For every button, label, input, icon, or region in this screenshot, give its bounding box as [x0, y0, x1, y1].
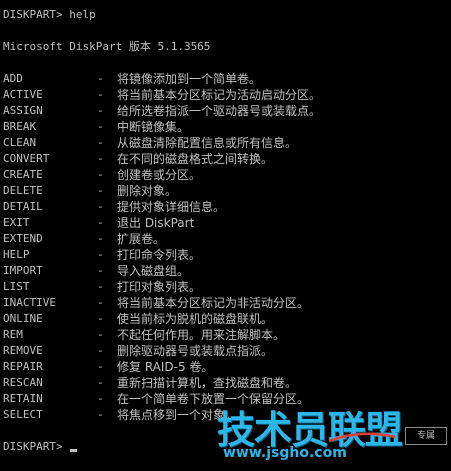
command-dash: -	[97, 136, 104, 149]
command-row: CREATE - 创建卷或分区。	[3, 167, 451, 183]
command-dash: -	[97, 104, 104, 117]
command-name: REPAIR	[3, 360, 43, 373]
command-description: 给所选卷指派一个驱动器号或装载点。	[117, 104, 322, 118]
command-description: 从磁盘清除配置信息或所有信息。	[117, 136, 298, 150]
command-row: ASSIGN - 给所选卷指派一个驱动器号或装载点。	[3, 103, 451, 119]
watermark-badge: 专属	[405, 427, 447, 445]
command-dash: -	[97, 168, 104, 181]
command-name: LIST	[3, 280, 30, 293]
command-description: 将当前基本分区标记为活动启动分区。	[117, 88, 322, 102]
watermark-url: www.jsgho.com	[223, 445, 347, 461]
command-dash: -	[97, 248, 104, 261]
command-name: CONVERT	[3, 152, 50, 165]
command-dash: -	[97, 200, 104, 213]
command-name: IMPORT	[3, 264, 43, 277]
command-dash: -	[97, 296, 104, 309]
command-dash: -	[97, 264, 104, 277]
site-watermark-logo: 技术员联盟 专属 www.jsgho.com	[217, 399, 447, 467]
command-name: DETAIL	[3, 200, 43, 213]
command-row: REMOVE - 删除驱动器号或装载点指派。	[3, 343, 451, 359]
command-description: 删除驱动器号或装载点指派。	[117, 344, 274, 358]
command-name: CREATE	[3, 168, 43, 181]
command-description: 导入磁盘组。	[117, 264, 190, 278]
command-row: INACTIVE - 将当前基本分区标记为非活动分区。	[3, 295, 451, 311]
command-description: 中断镜像集。	[117, 120, 190, 134]
command-name: ONLINE	[3, 312, 43, 325]
command-name: CLEAN	[3, 136, 37, 149]
command-description: 扩展卷。	[117, 232, 166, 246]
command-name: REMOVE	[3, 344, 43, 357]
command-name: EXIT	[3, 216, 30, 229]
command-row: REPAIR - 修复 RAID-5 卷。	[3, 359, 451, 375]
swoosh-icon	[328, 432, 396, 443]
command-row: EXTEND - 扩展卷。	[3, 231, 451, 247]
command-name: INACTIVE	[3, 296, 56, 309]
command-description: 将镜像添加到一个简单卷。	[117, 72, 262, 86]
version-line: Microsoft DiskPart 版本 5.1.3565	[3, 40, 211, 53]
prompt-text: DISKPART>	[3, 440, 63, 453]
command-row: CLEAN - 从磁盘清除配置信息或所有信息。	[3, 135, 451, 151]
text-cursor	[69, 449, 77, 452]
command-dash: -	[97, 408, 104, 421]
command-description: 重新扫描计算机，查找磁盘和卷。	[117, 376, 298, 390]
command-row: DELETE - 删除对象。	[3, 183, 451, 199]
command-dash: -	[97, 392, 104, 405]
command-name: HELP	[3, 248, 30, 261]
command-dash: -	[97, 120, 104, 133]
command-dash: -	[97, 216, 104, 229]
command-description: 提供对象详细信息。	[117, 200, 226, 214]
command-dash: -	[97, 72, 104, 85]
command-list: ADD - 将镜像添加到一个简单卷。 ACTIVE - 将当前基本分区标记为活动启动分区。…	[3, 71, 451, 423]
command-description: 修复 RAID-5 卷。	[117, 360, 214, 374]
command-description: 打印命令列表。	[117, 248, 202, 262]
command-name: RESCAN	[3, 376, 43, 389]
command-name: DELETE	[3, 184, 43, 197]
command-description: 使当前标为脱机的磁盘联机。	[117, 312, 274, 326]
command-dash: -	[97, 376, 104, 389]
command-dash: -	[97, 280, 104, 293]
command-name: ADD	[3, 72, 23, 85]
command-name: RETAIN	[3, 392, 43, 405]
command-description: 打印对象列表。	[117, 280, 202, 294]
command-row: RESCAN - 重新扫描计算机，查找磁盘和卷。	[3, 375, 451, 391]
command-dash: -	[97, 88, 104, 101]
command-name: ASSIGN	[3, 104, 43, 117]
command-description: 在不同的磁盘格式之间转换。	[117, 152, 274, 166]
command-dash: -	[97, 344, 104, 357]
command-dash: -	[97, 232, 104, 245]
command-description: 删除对象。	[117, 184, 178, 198]
command-name: EXTEND	[3, 232, 43, 245]
command-description: 将当前基本分区标记为非活动分区。	[117, 296, 310, 310]
command-dash: -	[97, 184, 104, 197]
command-row: BREAK - 中断镜像集。	[3, 119, 451, 135]
command-row: ACTIVE - 将当前基本分区标记为活动启动分区。	[3, 87, 451, 103]
command-description: 创建卷或分区。	[117, 168, 202, 182]
command-name: SELECT	[3, 408, 43, 421]
command-name: BREAK	[3, 120, 37, 133]
command-row: ADD - 将镜像添加到一个简单卷。	[3, 71, 451, 87]
command-row: IMPORT - 导入磁盘组。	[3, 263, 451, 279]
command-dash: -	[97, 328, 104, 341]
command-name: REM	[3, 328, 23, 341]
command-row: DETAIL - 提供对象详细信息。	[3, 199, 451, 215]
command-name: ACTIVE	[3, 88, 43, 101]
help-command-line: DISKPART> help	[3, 8, 96, 21]
command-description: 退出 DiskPart	[117, 216, 195, 230]
command-dash: -	[97, 152, 104, 165]
command-row: REM - 不起任何作用。用来注解脚本。	[3, 327, 451, 343]
command-dash: -	[97, 360, 104, 373]
command-row: HELP - 打印命令列表。	[3, 247, 451, 263]
command-row: EXIT - 退出 DiskPart	[3, 215, 451, 231]
command-row: CONVERT - 在不同的磁盘格式之间转换。	[3, 151, 451, 167]
command-description: 不起任何作用。用来注解脚本。	[117, 328, 286, 342]
command-row: ONLINE - 使当前标为脱机的磁盘联机。	[3, 311, 451, 327]
command-dash: -	[97, 312, 104, 325]
command-row: LIST - 打印对象列表。	[3, 279, 451, 295]
